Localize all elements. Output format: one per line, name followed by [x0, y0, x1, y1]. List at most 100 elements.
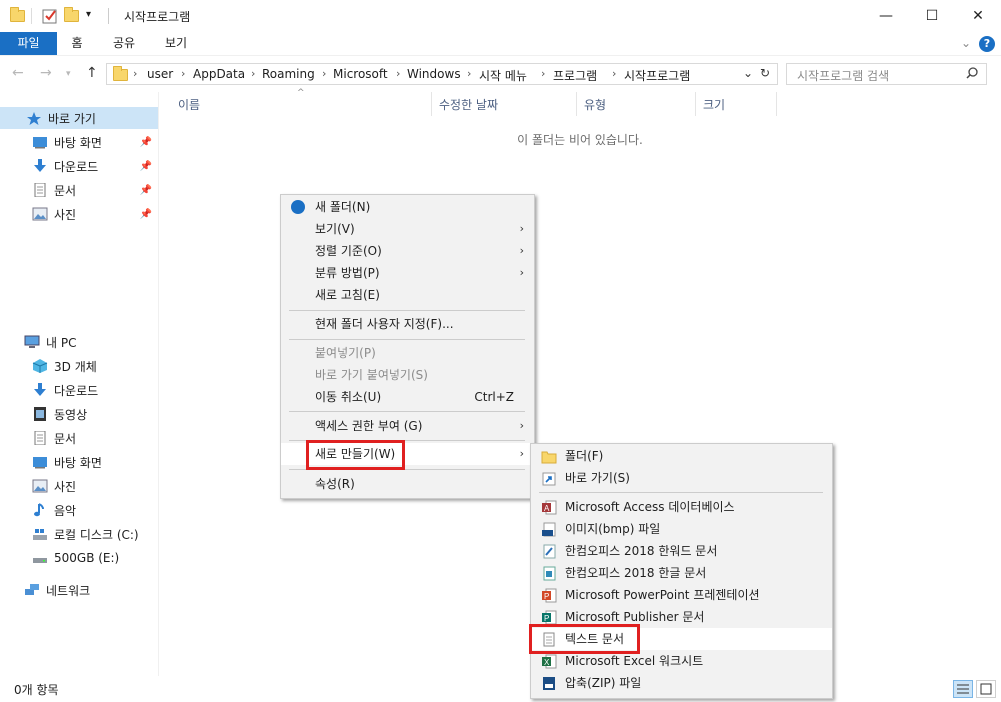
chevron-right-icon: ›: [519, 244, 524, 257]
sidebar-item-network[interactable]: 네트워크: [0, 579, 158, 601]
menu-item-label: Microsoft PowerPoint 프레젠테이션: [565, 588, 760, 602]
tab-share[interactable]: 공유: [104, 32, 144, 55]
address-bar[interactable]: › user › AppData › Roaming › Microsoft ›…: [106, 63, 778, 85]
details-view-button[interactable]: [953, 680, 973, 698]
sidebar-item-label: 사진: [54, 479, 77, 494]
breadcrumb-separator: ›: [612, 67, 617, 80]
shortcut-icon: [541, 471, 557, 486]
menu-item-paste: 붙여넣기(P): [281, 342, 534, 364]
sidebar-item-label: 네트워크: [46, 583, 91, 598]
column-header-name[interactable]: 이름: [178, 96, 200, 113]
menu-item-undo-move[interactable]: 이동 취소(U) Ctrl+Z: [281, 386, 534, 408]
minimize-button[interactable]: —: [863, 0, 909, 32]
menu-item-refresh[interactable]: 새로 고침(E): [281, 284, 534, 306]
sidebar-item-label: 다운로드: [54, 159, 99, 174]
sidebar-item-downloads[interactable]: 다운로드: [0, 379, 158, 401]
column-divider[interactable]: [695, 92, 696, 116]
breadcrumb-startup[interactable]: 시작프로그램: [624, 67, 690, 84]
ribbon-expand-icon[interactable]: ⌄: [961, 36, 971, 50]
sidebar-item-downloads[interactable]: 다운로드 📌: [0, 155, 158, 177]
new-folder-icon: [291, 200, 305, 214]
search-box[interactable]: 시작프로그램 검색: [786, 63, 987, 85]
search-icon[interactable]: [966, 67, 978, 79]
new-folder-icon[interactable]: [64, 7, 80, 24]
sidebar-item-pictures[interactable]: 사진: [0, 475, 158, 497]
drive-icon: [32, 551, 48, 565]
sidebar-item-music[interactable]: 음악: [0, 499, 158, 521]
breadcrumb-user[interactable]: user: [147, 67, 173, 81]
breadcrumb-roaming[interactable]: Roaming: [262, 67, 315, 81]
menu-item-customize-folder[interactable]: 현재 폴더 사용자 지정(F)...: [281, 313, 534, 335]
breadcrumb-programs[interactable]: 프로그램: [553, 67, 597, 84]
tab-home[interactable]: 홈: [62, 32, 92, 55]
submenu-item-hangul[interactable]: 한컴오피스 2018 한글 문서: [531, 562, 832, 584]
tab-file[interactable]: 파일: [0, 32, 57, 55]
search-input[interactable]: 시작프로그램 검색: [797, 67, 889, 84]
menu-item-label: 바로 가기 붙여넣기(S): [315, 368, 428, 382]
close-button[interactable]: ✕: [955, 0, 1001, 32]
refresh-icon[interactable]: ↻: [760, 66, 770, 80]
svg-text:X: X: [544, 658, 550, 667]
menu-item-give-access[interactable]: 액세스 권한 부여 (G) ›: [281, 415, 534, 437]
up-icon[interactable]: ↑: [86, 65, 98, 81]
sidebar-item-documents[interactable]: 문서: [0, 427, 158, 449]
breadcrumb-windows[interactable]: Windows: [407, 67, 461, 81]
menu-item-properties[interactable]: 속성(R): [281, 473, 534, 495]
maximize-button[interactable]: ☐: [909, 0, 955, 32]
column-header-size[interactable]: 크기: [703, 96, 725, 113]
desktop-icon: [32, 455, 48, 469]
sidebar-item-label: 바로 가기: [48, 111, 96, 126]
column-divider[interactable]: [576, 92, 577, 116]
breadcrumb-microsoft[interactable]: Microsoft: [333, 67, 388, 81]
sidebar-item-desktop[interactable]: 바탕 화면: [0, 451, 158, 473]
column-header-date-modified[interactable]: 수정한 날짜: [439, 96, 498, 113]
submenu-item-folder[interactable]: 폴더(F): [531, 445, 832, 467]
menu-item-label: 한컴오피스 2018 한워드 문서: [565, 544, 718, 558]
sidebar-item-this-pc[interactable]: 내 PC: [0, 331, 158, 353]
help-icon[interactable]: ?: [979, 36, 995, 52]
pin-icon[interactable]: 📌: [140, 209, 152, 220]
breadcrumb-appdata[interactable]: AppData: [193, 67, 245, 81]
sidebar-item-pictures[interactable]: 사진 📌: [0, 203, 158, 225]
menu-item-view[interactable]: 보기(V) ›: [281, 218, 534, 240]
large-icons-view-button[interactable]: [976, 680, 996, 698]
menu-item-sort-by[interactable]: 정렬 기준(O) ›: [281, 240, 534, 262]
hanword-icon: [541, 544, 557, 559]
submenu-item-bitmap[interactable]: 이미지(bmp) 파일: [531, 518, 832, 540]
document-icon: [32, 182, 48, 198]
address-dropdown-icon[interactable]: ⌄: [743, 66, 753, 80]
forward-icon[interactable]: →: [40, 65, 52, 81]
sidebar-item-3d-objects[interactable]: 3D 개체: [0, 355, 158, 377]
pin-icon[interactable]: 📌: [140, 161, 152, 172]
sidebar-item-quick-access[interactable]: 바로 가기: [0, 107, 158, 129]
menu-item-label: 새로 고침(E): [315, 288, 380, 302]
submenu-item-hanword[interactable]: 한컴오피스 2018 한워드 문서: [531, 540, 832, 562]
pin-icon[interactable]: 📌: [140, 185, 152, 196]
breadcrumb-start-menu[interactable]: 시작 메뉴: [479, 67, 527, 84]
back-icon[interactable]: ←: [12, 65, 24, 81]
column-divider[interactable]: [776, 92, 777, 116]
submenu-item-powerpoint[interactable]: P Microsoft PowerPoint 프레젠테이션: [531, 584, 832, 606]
recent-locations-icon[interactable]: ▾: [66, 69, 71, 79]
submenu-item-shortcut[interactable]: 바로 가기(S): [531, 467, 832, 489]
sidebar-item-videos[interactable]: 동영상: [0, 403, 158, 425]
properties-icon[interactable]: [42, 8, 58, 24]
sidebar-item-drive-e[interactable]: 500GB (E:): [0, 547, 158, 569]
menu-separator: [289, 310, 525, 311]
breadcrumb-separator: ›: [133, 67, 138, 80]
menu-item-label: 속성(R): [315, 477, 355, 491]
menu-item-label: 폴더(F): [565, 449, 604, 463]
chevron-right-icon: ›: [519, 266, 524, 279]
menu-item-group-by[interactable]: 분류 방법(P) ›: [281, 262, 534, 284]
menu-separator: [289, 411, 525, 412]
sidebar-item-local-disk[interactable]: 로컬 디스크 (C:): [0, 523, 158, 545]
menu-item-new-folder[interactable]: 새 폴더(N): [281, 196, 534, 218]
submenu-item-access-database[interactable]: A Microsoft Access 데이터베이스: [531, 496, 832, 518]
sidebar-item-documents[interactable]: 문서 📌: [0, 179, 158, 201]
column-header-type[interactable]: 유형: [584, 96, 606, 113]
menu-item-shortcut: Ctrl+Z: [474, 390, 514, 404]
customize-quick-access-icon[interactable]: ▾: [86, 9, 102, 25]
column-divider[interactable]: [431, 92, 432, 116]
menu-separator: [289, 339, 525, 340]
tab-view[interactable]: 보기: [156, 32, 196, 55]
